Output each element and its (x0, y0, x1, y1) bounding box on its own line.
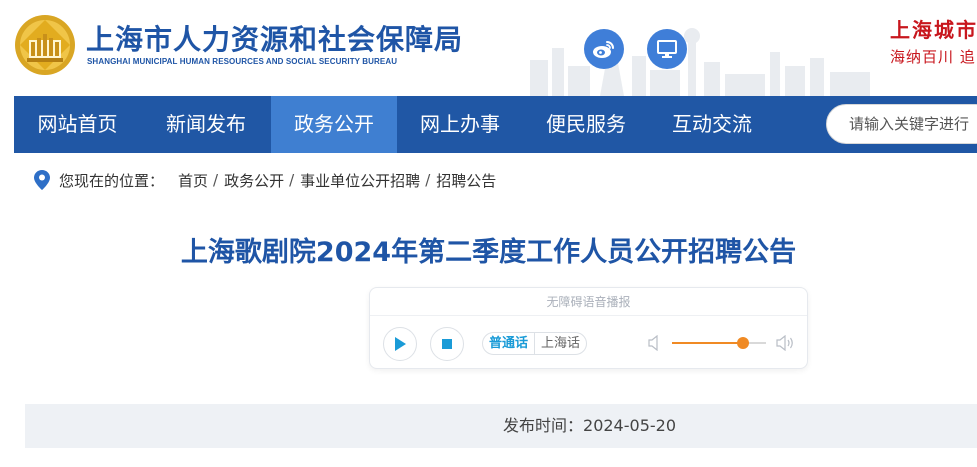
desktop-version-button[interactable] (647, 29, 687, 69)
breadcrumb-label: 您现在的位置： (59, 171, 165, 190)
site-subtitle: SHANGHAI MUNICIPAL HUMAN RESOURCES AND S… (87, 57, 398, 66)
article-title: 上海歌剧院2024年第二季度工作人员公开招聘公告 (180, 237, 797, 268)
site-title: 上海市人力资源和社会保障局 (86, 23, 464, 56)
skyline-decoration (530, 28, 870, 96)
breadcrumb-separator: / (213, 171, 219, 189)
play-button[interactable] (383, 327, 417, 361)
city-slogan-title: 上海城市 (890, 18, 977, 42)
publish-time-value: 2024-05-20 (583, 416, 676, 435)
monitor-icon (657, 40, 677, 58)
city-slogan-text: 海纳百川 追 (890, 48, 976, 66)
lang-shanghainese[interactable]: 上海话 (535, 333, 586, 354)
play-icon (395, 337, 406, 351)
breadcrumb-recruitment-notice[interactable]: 招聘公告 (436, 170, 496, 191)
audio-player: 无障碍语音播报 普通话 上海话 (369, 287, 808, 369)
location-pin-icon (34, 170, 50, 190)
nav-item-home[interactable]: 网站首页 (14, 96, 141, 153)
publish-info-bar: 发布时间：2024-05-20 (25, 404, 977, 448)
site-header: 上海市人力资源和社会保障局 SHANGHAI MUNICIPAL HUMAN R… (0, 0, 977, 96)
breadcrumb-separator: / (425, 171, 431, 189)
nav-item-government-affairs[interactable]: 政务公开 (271, 96, 397, 153)
breadcrumb-government-affairs[interactable]: 政务公开 (224, 170, 284, 191)
lang-mandarin[interactable]: 普通话 (483, 333, 536, 354)
volume-slider[interactable] (672, 337, 766, 349)
nav-item-online-services[interactable]: 网上办事 (397, 96, 523, 153)
publish-time-label: 发布时间： (503, 416, 584, 435)
language-toggle: 普通话 上海话 (482, 332, 588, 355)
nav-item-interaction[interactable]: 互动交流 (649, 96, 775, 153)
volume-handle[interactable] (736, 337, 749, 349)
nav-item-news[interactable]: 新闻发布 (141, 96, 271, 153)
volume-fill (672, 342, 743, 344)
bureau-logo (15, 15, 75, 75)
breadcrumb-home[interactable]: 首页 (178, 170, 208, 191)
search-input[interactable]: 请输入关键字进行 (826, 104, 977, 144)
stop-button[interactable] (430, 327, 464, 361)
publish-time: 发布时间：2024-05-20 (503, 404, 676, 448)
article-title-wrap: 上海歌剧院2024年第二季度工作人员公开招聘公告 (0, 230, 977, 269)
volume-low-icon (648, 335, 658, 351)
weibo-button[interactable] (584, 29, 624, 69)
nav-item-public-services[interactable]: 便民服务 (523, 96, 649, 153)
breadcrumb-separator: / (289, 171, 295, 189)
volume-high-icon (776, 335, 793, 351)
weibo-icon (593, 41, 614, 58)
stop-icon (442, 339, 452, 349)
breadcrumb: 您现在的位置： 首页 / 政务公开 / 事业单位公开招聘 / 招聘公告 (34, 168, 496, 192)
breadcrumb-public-recruitment[interactable]: 事业单位公开招聘 (300, 170, 420, 191)
audio-player-title: 无障碍语音播报 (370, 288, 807, 316)
